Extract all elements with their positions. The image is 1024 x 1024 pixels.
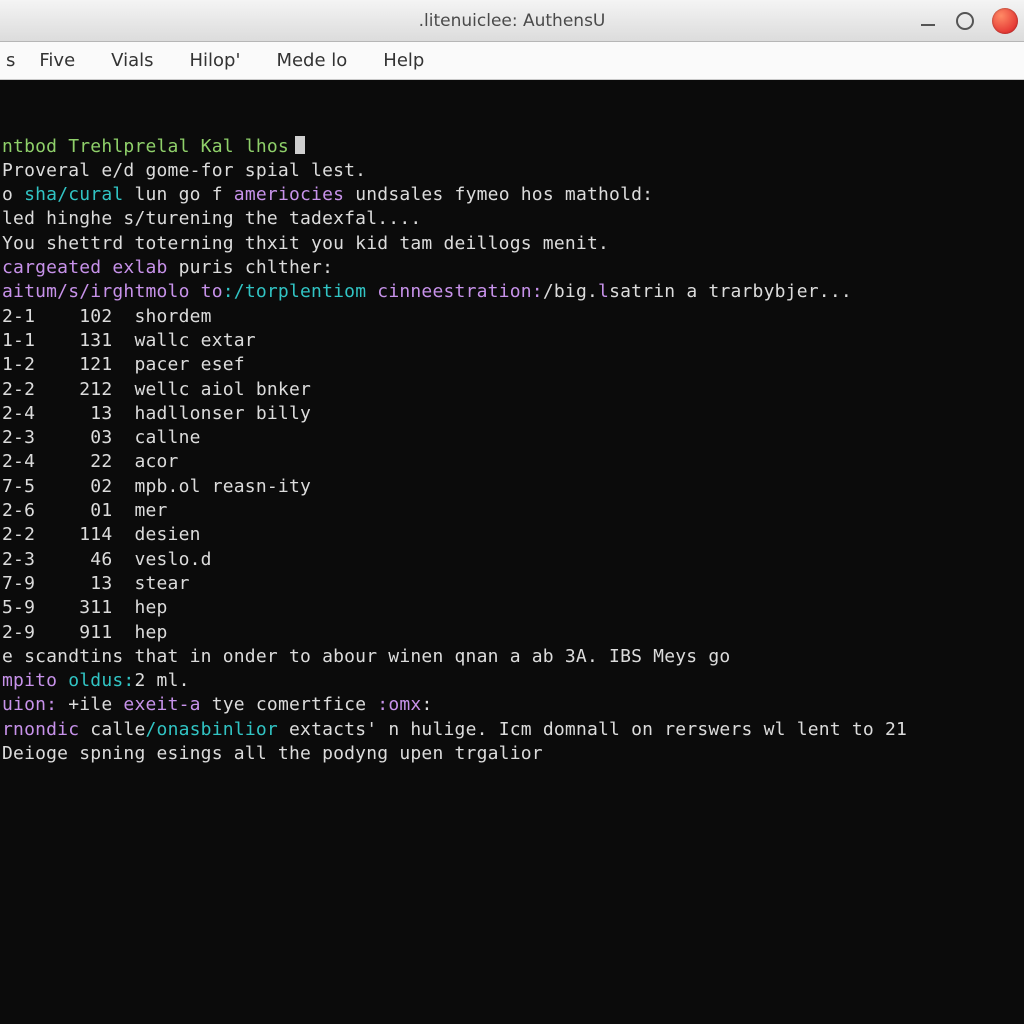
table-row: 7-5 02 mpb.ol reasn-ity: [2, 475, 1018, 499]
window-controls: [918, 0, 1018, 41]
menu-item-help[interactable]: Help: [365, 42, 442, 79]
terminal-line: rnondic calle/onasbinlior extacts' n hul…: [2, 718, 1018, 742]
text-cursor: [295, 136, 305, 154]
terminal-line: cargeated exlab puris chlther:: [2, 256, 1018, 280]
menu-item-hilop[interactable]: Hilop': [172, 42, 259, 79]
menu-item-five[interactable]: Five: [21, 42, 93, 79]
terminal-line: aitum/s/irghtmolo to:/torplentiom cinnee…: [2, 280, 1018, 304]
table-row: 2-2 212 wellc aiol bnker: [2, 378, 1018, 402]
menu-stub[interactable]: s: [4, 42, 21, 79]
terminal-line: Deioge spning esings all the podyng upen…: [2, 742, 1018, 766]
terminal-prompt: ntbod Trehlprelal Kal lhos: [2, 135, 1018, 159]
terminal-line: e scandtins that in onder to abour winen…: [2, 645, 1018, 669]
table-row: 2-4 13 hadllonser billy: [2, 402, 1018, 426]
menu-item-vials[interactable]: Vials: [93, 42, 171, 79]
terminal-line: mpito oldus:2 ml.: [2, 669, 1018, 693]
window-title: .litenuiclee: AuthensU: [0, 11, 1024, 31]
mouse-cursor-icon: [528, 986, 546, 1012]
terminal-line: led hinghe s/turening the tadexfal....: [2, 207, 1018, 231]
table-row: 2-6 01 mer: [2, 499, 1018, 523]
table-row: 2-3 46 veslo.d: [2, 548, 1018, 572]
table-row: 1-2 121 pacer esef: [2, 353, 1018, 377]
table-row: 2-4 22 acor: [2, 450, 1018, 474]
maximize-button[interactable]: [956, 12, 974, 30]
terminal-output[interactable]: ntbod Trehlprelal Kal lhosProveral e/d g…: [0, 80, 1024, 1024]
terminal-line: uion: +ile exeit-a tye comertfice :omx:: [2, 693, 1018, 717]
table-row: 2-1 102 shordem: [2, 305, 1018, 329]
terminal-line: Proveral e/d gome-for spial lest.: [2, 159, 1018, 183]
table-row: 5-9 311 hep: [2, 596, 1018, 620]
close-button[interactable]: [992, 8, 1018, 34]
minimize-button[interactable]: [918, 11, 938, 31]
table-row: 2-9 911 hep: [2, 621, 1018, 645]
table-row: 2-3 03 callne: [2, 426, 1018, 450]
table-row: 1-1 131 wallc extar: [2, 329, 1018, 353]
terminal-line: o sha/cural lun go f ameriocies undsales…: [2, 183, 1018, 207]
window-titlebar: .litenuiclee: AuthensU: [0, 0, 1024, 42]
table-row: 7-9 13 stear: [2, 572, 1018, 596]
menu-item-medelo[interactable]: Mede lo: [258, 42, 365, 79]
menu-bar: s Five Vials Hilop' Mede lo Help: [0, 42, 1024, 80]
table-row: 2-2 114 desien: [2, 523, 1018, 547]
terminal-line: You shettrd toterning thxit you kid tam …: [2, 232, 1018, 256]
